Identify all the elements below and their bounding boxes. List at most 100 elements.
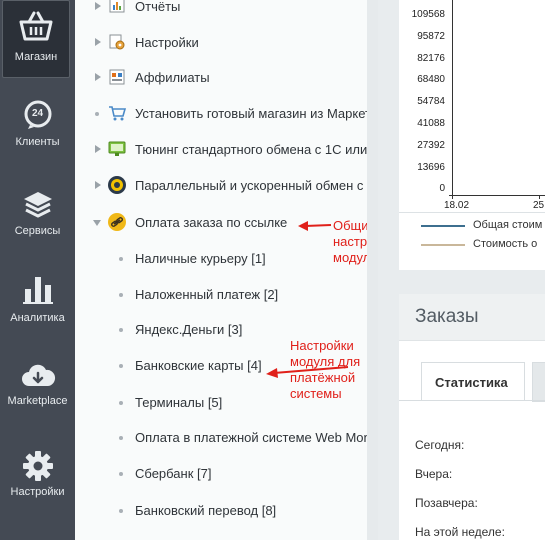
- tree-item-label: Банковские карты [4]: [135, 358, 262, 373]
- tree-item-label: Терминалы [5]: [135, 395, 223, 410]
- nav-settings-label: Настройки: [10, 486, 65, 498]
- nav-marketplace-label: Marketplace: [7, 395, 68, 407]
- tree-scrollbar[interactable]: [367, 0, 378, 540]
- y-tick-label: 82176: [417, 53, 445, 64]
- tree-item-label: Банковский перевод [8]: [135, 503, 277, 518]
- tree-item-marketplace-shop[interactable]: Установить готовый магазин из Маркетпл: [75, 98, 378, 128]
- sales-chart-panel: 109568 95872 82176 68480 54784 41088 273…: [399, 0, 545, 270]
- chart-y-axis: [452, 0, 453, 195]
- tree-item-label: Оплата в платежной системе Web Monet: [135, 430, 378, 445]
- tree-item-label: Параллельный и ускоренный обмен с 1С: [135, 178, 378, 193]
- tree-item-label: Яндекс.Деньги [3]: [135, 322, 243, 337]
- settings-tree: Отчёты Настройки Аффилиаты Установить го…: [75, 0, 378, 540]
- bullet-icon: [119, 436, 123, 440]
- tree-item-tuning-1c[interactable]: Тюнинг стандартного обмена с 1С или с: [75, 134, 378, 164]
- expand-arrow-icon[interactable]: [95, 38, 101, 46]
- report-icon: [109, 0, 125, 13]
- main-sidebar: Магазин 24 Клиенты Сервисы Аналитика Mar…: [0, 0, 75, 540]
- tree-item-label: Отчёты: [135, 0, 181, 14]
- tree-item-reports[interactable]: Отчёты: [75, 0, 365, 22]
- nav-shop-label: Магазин: [14, 51, 58, 63]
- x-tick-label: 18.02: [444, 200, 470, 211]
- bullet-icon: [119, 364, 123, 368]
- clients-badge: 24: [31, 108, 44, 119]
- orders-row-label: Позавчера:: [415, 496, 478, 510]
- monitor-icon: [108, 141, 126, 156]
- cart-icon: [109, 106, 126, 121]
- tree-item-label: Настройки: [135, 35, 199, 50]
- tree-subitem[interactable]: Сбербанк [7]: [75, 459, 365, 489]
- tree-item-label: Установить готовый магазин из Маркетпл: [135, 106, 378, 121]
- bar-chart-icon: [22, 277, 53, 304]
- tree-item-label: Тюнинг стандартного обмена с 1С или с: [135, 142, 378, 157]
- orders-title: Заказы: [415, 306, 479, 327]
- sync-disc-icon: [108, 176, 126, 194]
- y-tick-label: 109568: [411, 9, 445, 20]
- right-area: 109568 95872 82176 68480 54784 41088 273…: [378, 0, 545, 540]
- tree-item-label: Оплата заказа по ссылке: [135, 215, 288, 230]
- y-tick-label: 41088: [417, 118, 445, 129]
- basket-icon: [19, 11, 53, 41]
- tree-item-label: Наложенный платеж [2]: [135, 287, 279, 302]
- legend-swatch: [421, 244, 465, 246]
- collapse-arrow-icon[interactable]: [93, 220, 101, 226]
- tree-item-pay-by-link[interactable]: Оплата заказа по ссылке: [75, 207, 365, 237]
- bullet-icon: [119, 509, 123, 513]
- tab-next[interactable]: [532, 362, 545, 402]
- orders-panel: Заказы Статистика Сегодня: Вчера: Позавч…: [399, 294, 545, 540]
- y-tick-label: 0: [439, 183, 445, 194]
- cloud-download-icon: [21, 364, 55, 386]
- tree-item-settings[interactable]: Настройки: [75, 27, 365, 57]
- bullet-icon: [119, 257, 123, 261]
- tree-item-label: Аффилиаты: [135, 70, 210, 85]
- nav-analytics[interactable]: Аналитика: [0, 265, 75, 351]
- y-tick-label: 27392: [417, 140, 445, 151]
- tree-item-label: Сбербанк [7]: [135, 466, 212, 481]
- y-tick-label: 54784: [417, 96, 445, 107]
- tree-item-parallel-1c[interactable]: Параллельный и ускоренный обмен с 1С: [75, 170, 378, 200]
- affiliates-icon: [109, 69, 125, 85]
- nav-services[interactable]: Сервисы: [0, 178, 75, 264]
- tab-statistics[interactable]: Статистика: [421, 362, 525, 401]
- tree-item-affiliates[interactable]: Аффилиаты: [75, 62, 365, 92]
- bullet-icon: [119, 328, 123, 332]
- expand-arrow-icon[interactable]: [95, 181, 101, 189]
- orders-row-label: Вчера:: [415, 467, 453, 481]
- bullet-icon: [119, 293, 123, 297]
- expand-arrow-icon[interactable]: [95, 2, 101, 10]
- chart-legend: Общая стоим Стоимость о: [399, 212, 545, 263]
- settings-doc-icon: [109, 34, 125, 50]
- tab-statistics-label: Статистика: [435, 375, 508, 390]
- tabs-divider: [399, 400, 545, 401]
- y-tick-label: 13696: [417, 162, 445, 173]
- x-tick-mark: [452, 195, 453, 199]
- tree-subitem[interactable]: Наличные курьеру [1]: [75, 244, 365, 274]
- nav-analytics-label: Аналитика: [10, 312, 65, 324]
- orders-row-label: Сегодня:: [415, 438, 465, 452]
- tree-subitem[interactable]: Банковский перевод [8]: [75, 496, 365, 526]
- nav-services-label: Сервисы: [14, 225, 61, 237]
- x-tick-label: 25: [533, 200, 545, 211]
- nav-clients-label: Клиенты: [15, 136, 60, 148]
- nav-marketplace[interactable]: Marketplace: [0, 352, 75, 438]
- tree-subitem[interactable]: Оплата в платежной системе Web Monet: [75, 423, 378, 453]
- annotation-line: платёжной системы: [290, 370, 356, 401]
- chart-x-axis: [449, 195, 545, 196]
- link-icon: [108, 213, 126, 231]
- layers-icon: [23, 192, 52, 218]
- y-tick-label: 95872: [417, 31, 445, 42]
- nav-clients[interactable]: 24 Клиенты: [0, 88, 75, 174]
- nav-shop[interactable]: Магазин: [2, 0, 70, 78]
- legend-swatch: [421, 225, 465, 227]
- tree-item-label: Наличные курьеру [1]: [135, 251, 266, 266]
- bullet-icon: [119, 401, 123, 405]
- y-tick-label: 68480: [417, 74, 445, 85]
- tree-subitem[interactable]: Наложенный платеж [2]: [75, 280, 365, 310]
- gear-icon: [22, 451, 53, 481]
- expand-arrow-icon[interactable]: [95, 73, 101, 81]
- bullet-icon: [119, 472, 123, 476]
- orders-header: Заказы: [399, 294, 545, 341]
- nav-settings[interactable]: Настройки: [0, 442, 75, 528]
- orders-row-label: На этой неделе:: [415, 525, 505, 539]
- expand-arrow-icon[interactable]: [95, 145, 101, 153]
